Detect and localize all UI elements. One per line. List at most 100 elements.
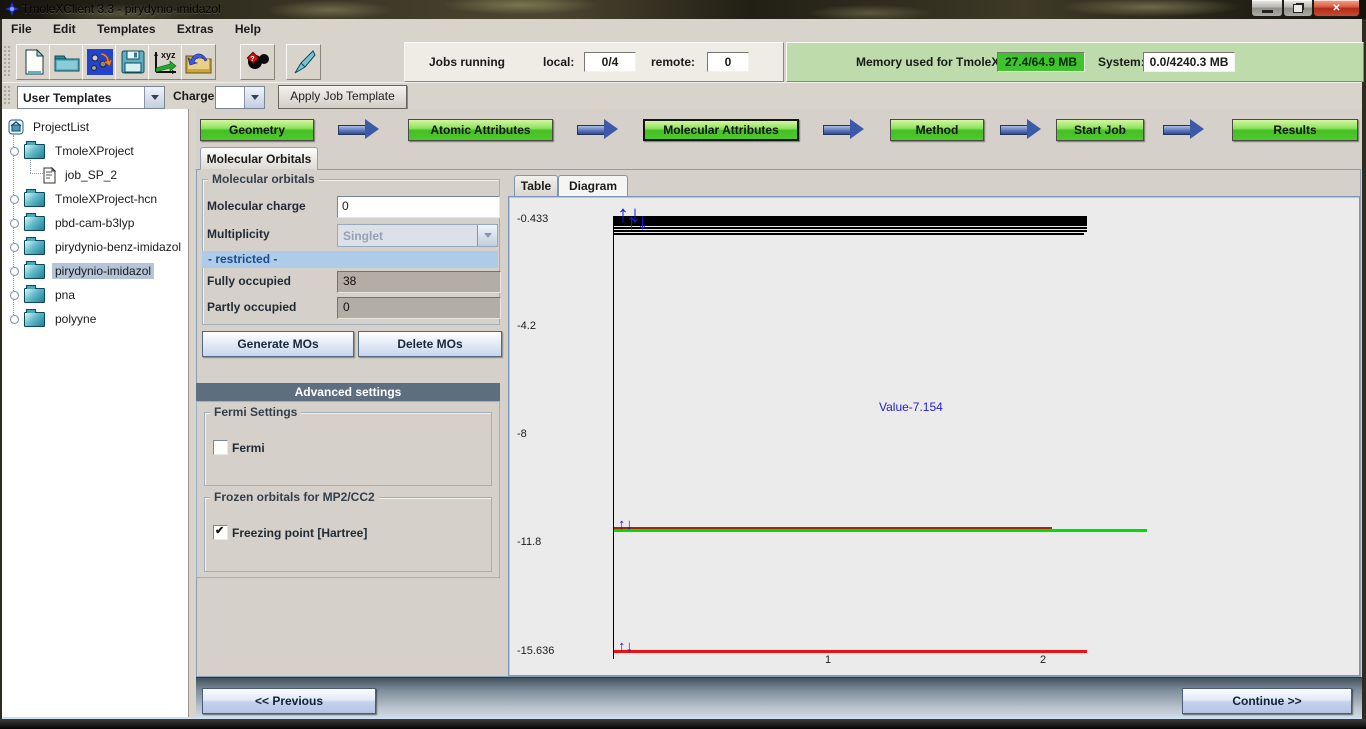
- tree-item-label[interactable]: polyyne: [52, 311, 99, 327]
- memory-system-field: 0.0/4240.3 MB: [1143, 52, 1235, 72]
- occupation-arrows-icon: ↑↓: [618, 517, 633, 532]
- tree-toggle[interactable]: [10, 219, 19, 228]
- tree-item[interactable]: job_SP_2: [42, 165, 120, 185]
- tree-toggle[interactable]: [10, 291, 19, 300]
- delete-mos-button[interactable]: Delete MOs: [358, 331, 502, 357]
- tree-item-label[interactable]: pbd-cam-b3lyp: [52, 215, 137, 231]
- freezing-point-checkbox[interactable]: [213, 525, 228, 540]
- remote-jobs-field[interactable]: 0: [707, 52, 749, 72]
- y-axis-line: [613, 216, 614, 659]
- group-title: Molecular orbitals: [208, 172, 319, 186]
- close-button[interactable]: ✕: [1313, 0, 1360, 17]
- fermi-checkbox[interactable]: [213, 440, 228, 455]
- value-annotation: Value-7.154: [879, 400, 943, 414]
- tree-item[interactable]: TmoleXProject-hcn: [24, 189, 160, 209]
- tree-toggle[interactable]: [10, 195, 19, 204]
- restricted-banner: - restricted -: [202, 251, 498, 268]
- y-tick-label: -11.8: [517, 536, 541, 548]
- multiplicity-combo: Singlet: [337, 224, 498, 247]
- workflow-step-method[interactable]: Method: [890, 119, 984, 141]
- mo-energy-diagram[interactable]: -0.433-4.2-8-11.8-15.63612Value-7.154↑↓↑…: [508, 196, 1360, 676]
- tree-item-label[interactable]: pirydynio-imidazol: [52, 263, 154, 279]
- chevron-down-icon[interactable]: [144, 87, 164, 108]
- tree-item[interactable]: polyyne: [24, 309, 99, 329]
- chevron-down-icon[interactable]: [244, 87, 264, 108]
- tab-table[interactable]: Table: [514, 175, 558, 196]
- tree-item-label[interactable]: pna: [52, 287, 78, 303]
- system-label: System:: [1098, 55, 1145, 69]
- freezing-point-label[interactable]: Freezing point [Hartree]: [232, 526, 367, 540]
- menu-help[interactable]: Help: [226, 19, 270, 40]
- splitter[interactable]: [189, 109, 196, 717]
- charge-combo[interactable]: [215, 86, 265, 109]
- remote-label: remote:: [651, 55, 695, 69]
- user-templates-combo[interactable]: User Templates: [17, 86, 165, 109]
- title-bar[interactable]: TmoleXClient 3.3 - pirydynio-imidazol ✕: [0, 0, 1366, 19]
- tree-item[interactable]: pirydynio-imidazol: [24, 261, 154, 281]
- previous-button[interactable]: << Previous: [202, 688, 376, 714]
- y-tick-label: -0.433: [517, 213, 548, 225]
- xyz-coordinates-button[interactable]: xyz: [148, 44, 183, 80]
- multiplicity-value: Singlet: [338, 229, 477, 243]
- menu-file[interactable]: File: [2, 19, 41, 40]
- toolbar-grip[interactable]: [3, 45, 12, 78]
- generate-mos-button[interactable]: Generate MOs: [202, 331, 354, 357]
- tree-item[interactable]: TmoleXProject: [24, 141, 137, 161]
- workflow-step-atomic-attributes[interactable]: Atomic Attributes: [408, 119, 553, 141]
- local-jobs-field[interactable]: 0/4: [584, 52, 636, 72]
- menu-templates[interactable]: Templates: [88, 19, 164, 40]
- mo-level[interactable]: [614, 230, 1087, 232]
- workflow-step-results[interactable]: Results: [1232, 119, 1358, 141]
- open-project-button[interactable]: [49, 44, 84, 80]
- tree-item-label[interactable]: TmoleXProject: [52, 143, 137, 159]
- export-folder-button[interactable]: [181, 44, 216, 80]
- mo-level[interactable]: [614, 233, 1084, 235]
- arrow-right-icon: [1000, 125, 1027, 135]
- tree-root[interactable]: ProjectList: [8, 117, 92, 137]
- folder-icon: [24, 144, 45, 159]
- mo-level[interactable]: [614, 529, 1147, 532]
- tree-toggle[interactable]: [10, 267, 19, 276]
- mo-level[interactable]: [614, 650, 1087, 653]
- tree-toggle[interactable]: [10, 315, 19, 324]
- mo-level[interactable]: [614, 223, 1087, 226]
- new-document-button[interactable]: [16, 44, 51, 80]
- tab-molecular-orbitals[interactable]: Molecular Orbitals: [200, 147, 318, 170]
- minimize-button[interactable]: [1251, 0, 1283, 17]
- workflow-step-geometry[interactable]: Geometry: [200, 119, 314, 141]
- save-icon: [121, 50, 145, 74]
- tree-item-label[interactable]: pirydynio-benz-imidazol: [52, 239, 184, 255]
- workflow-step-molecular-attributes[interactable]: Molecular Attributes: [643, 119, 799, 141]
- diagram-plot-area[interactable]: -0.433-4.2-8-11.8-15.63612Value-7.154↑↓↑…: [509, 197, 1359, 675]
- save-button[interactable]: [115, 44, 150, 80]
- template-bar-grip[interactable]: [3, 85, 12, 106]
- memory-panel: Memory used for TmoleX: 27.4/64.9 MB Sys…: [786, 42, 1364, 82]
- job-queue-button[interactable]: ?: [240, 44, 275, 80]
- tree-item-label[interactable]: job_SP_2: [62, 167, 120, 183]
- apply-job-template-button[interactable]: Apply Job Template: [278, 85, 407, 109]
- menu-extras[interactable]: Extras: [168, 19, 223, 40]
- workflow-step-start-job[interactable]: Start Job: [1056, 119, 1144, 141]
- os-taskbar[interactable]: [0, 719, 1366, 729]
- tree-item[interactable]: pbd-cam-b3lyp: [24, 213, 137, 233]
- tree-item[interactable]: pirydynio-benz-imidazol: [24, 237, 184, 257]
- application-window: TmoleXClient 3.3 - pirydynio-imidazol ✕ …: [0, 0, 1366, 729]
- tree-root-label[interactable]: ProjectList: [30, 119, 92, 135]
- folder-icon: [24, 264, 45, 279]
- mo-level[interactable]: [614, 227, 1087, 229]
- tree-toggle[interactable]: [10, 147, 19, 156]
- continue-button[interactable]: Continue >>: [1182, 688, 1352, 714]
- restore-button[interactable]: [1283, 0, 1313, 17]
- tab-diagram[interactable]: Diagram: [558, 175, 628, 196]
- draw-molecule-icon: [291, 49, 317, 75]
- draw-molecule-button[interactable]: [286, 44, 321, 80]
- tree-item[interactable]: pna: [24, 285, 78, 305]
- fermi-checkbox-label[interactable]: Fermi: [232, 441, 265, 455]
- import-molecule-button[interactable]: [82, 44, 117, 80]
- tree-toggle[interactable]: [10, 243, 19, 252]
- tree-item-label[interactable]: TmoleXProject-hcn: [52, 191, 160, 207]
- molecular-charge-field[interactable]: 0: [337, 196, 500, 218]
- menu-edit[interactable]: Edit: [44, 19, 85, 40]
- partly-occupied-field: 0: [337, 297, 501, 319]
- y-tick-label: -8: [517, 428, 527, 440]
